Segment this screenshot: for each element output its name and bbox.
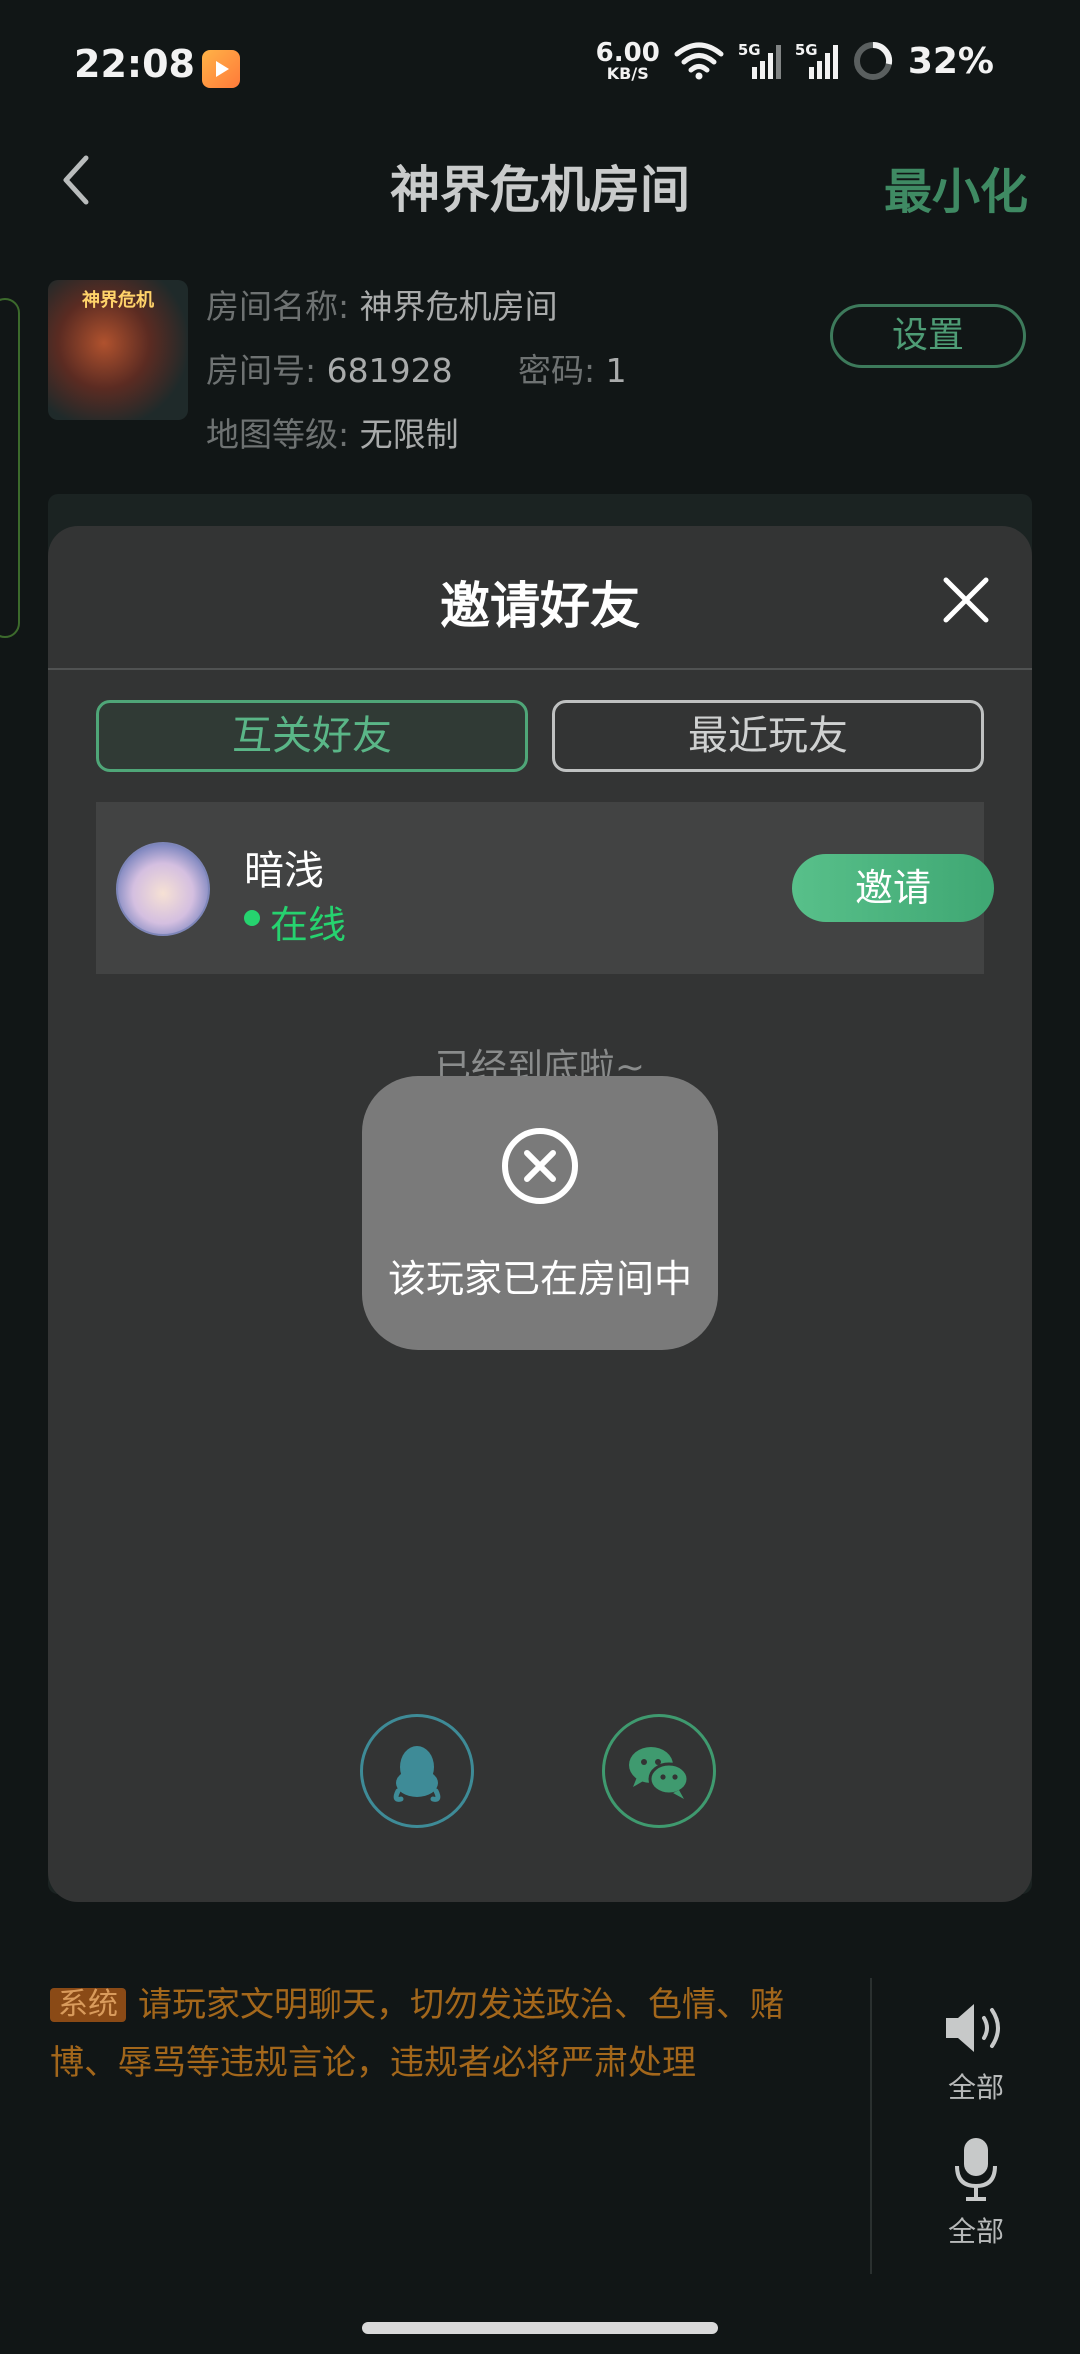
close-icon[interactable] <box>940 574 992 626</box>
room-name-value: 神界危机房间 <box>359 287 558 326</box>
avatar <box>116 842 210 936</box>
room-password-label: 密码: <box>518 351 596 390</box>
status-indicators: 6.00 KB/S 5G 5G 32% <box>596 40 994 82</box>
modal-title: 邀请好友 <box>440 577 640 635</box>
qq-icon <box>393 1746 441 1802</box>
online-dot-icon <box>244 910 260 926</box>
room-name-label: 房间名称: <box>206 287 350 326</box>
wifi-icon <box>674 42 724 80</box>
system-message: 系统 请玩家文明聊天，切勿发送政治、色情、赌博、辱骂等违规言论，违规者必将严肃处理 <box>50 1976 830 2092</box>
side-tab-edge <box>0 298 20 638</box>
net-speed-unit: KB/S <box>606 64 649 83</box>
status-time: 22:08 <box>74 42 195 86</box>
signal-5g-icon: 5G <box>794 41 838 79</box>
room-number-value: 681928 <box>326 351 453 390</box>
cover-caption: 神界危机 <box>82 290 154 311</box>
map-level-value: 无限制 <box>359 415 459 454</box>
toast-message: 该玩家已在房间中 <box>387 1257 692 1301</box>
mic-label: 全部 <box>947 2215 1004 2248</box>
tab-recent-players[interactable]: 最近玩友 <box>552 700 984 772</box>
home-indicator[interactable] <box>362 2322 718 2334</box>
online-status: 在线 <box>270 903 347 947</box>
battery-ring-icon <box>853 41 892 80</box>
game-cover-image: 神界危机 <box>48 280 188 420</box>
battery-percent: 32% <box>907 40 994 82</box>
signal-label: 5G <box>737 41 761 59</box>
room-name-row: 房间名称: 神界危机房间 <box>206 280 558 328</box>
system-message-text: 请玩家文明聊天，切勿发送政治、色情、赌博、辱骂等违规言论，违规者必将严肃处理 <box>50 1985 784 2083</box>
map-level-label: 地图等级: <box>206 415 350 454</box>
settings-button[interactable]: 设置 <box>830 304 1026 368</box>
system-tag: 系统 <box>50 1988 126 2022</box>
list-item: 暗浅 在线 邀请 <box>96 802 994 974</box>
room-number-label: 房间号: <box>206 351 317 390</box>
modal-divider <box>48 668 1032 670</box>
room-number-row: 房间号: 681928 <box>206 344 453 392</box>
signal-5g-icon: 5G <box>737 41 781 79</box>
toast: 该玩家已在房间中 <box>362 1076 718 1350</box>
microphone-icon[interactable] <box>954 2136 998 2202</box>
qq-share-button[interactable] <box>360 1714 474 1828</box>
speaker-icon[interactable] <box>944 2000 1008 2056</box>
close-circle-icon <box>502 1128 578 1204</box>
speaker-label: 全部 <box>947 2071 1004 2104</box>
room-password-value: 1 <box>605 351 627 390</box>
wechat-icon <box>629 1747 690 1799</box>
net-speed: 6.00 KB/S <box>596 40 660 82</box>
map-level-row: 地图等级: 无限制 <box>206 408 459 456</box>
friend-name: 暗浅 <box>244 848 324 894</box>
invite-button[interactable]: 邀请 <box>792 854 994 922</box>
net-speed-value: 6.00 <box>595 38 660 68</box>
tab-mutual-friends[interactable]: 互关好友 <box>96 700 528 772</box>
room-password-row: 密码: 1 <box>518 344 627 392</box>
wechat-share-button[interactable] <box>602 1714 716 1828</box>
chat-divider <box>870 1978 872 2274</box>
signal-label: 5G <box>794 41 818 59</box>
minimize-button[interactable]: 最小化 <box>884 152 1028 222</box>
video-app-icon <box>202 50 240 88</box>
